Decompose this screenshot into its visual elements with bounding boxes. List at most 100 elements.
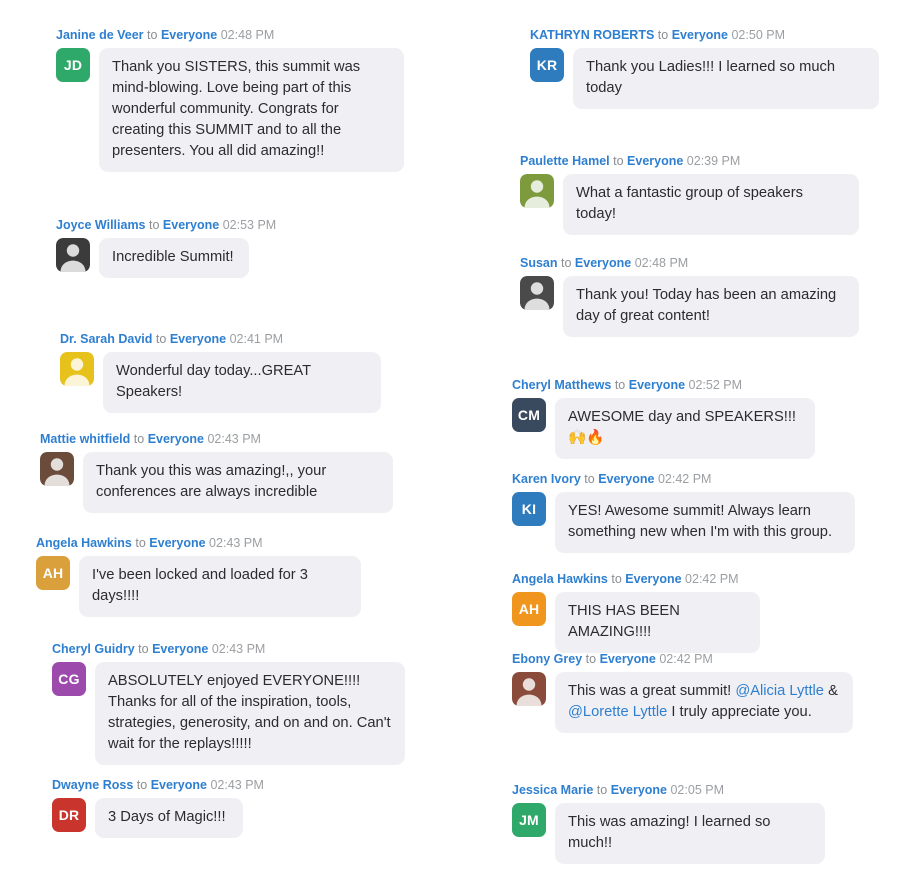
chat-message: Mattie whitfield to Everyone 02:43 PM Tha… <box>40 432 393 513</box>
message-header: Dwayne Ross to Everyone 02:43 PM <box>52 778 264 793</box>
message-body: What a fantastic group of speakers today… <box>520 174 859 235</box>
message-recipient[interactable]: Everyone <box>163 218 219 232</box>
message-sender[interactable]: Angela Hawkins <box>36 536 132 550</box>
message-sender[interactable]: Cheryl Guidry <box>52 642 135 656</box>
chat-message: Ebony Grey to Everyone 02:42 PM This was … <box>512 652 853 733</box>
message-recipient[interactable]: Everyone <box>148 432 204 446</box>
message-timestamp: 02:41 PM <box>229 332 284 346</box>
message-body: Thank you! Today has been an amazing day… <box>520 276 859 337</box>
message-timestamp: 02:42 PM <box>685 572 739 586</box>
message-recipient[interactable]: Everyone <box>629 378 685 392</box>
avatar-mattie-whitfield[interactable] <box>40 452 74 486</box>
chat-message: KATHRYN ROBERTS to Everyone 02:50 PM KR Th… <box>530 28 879 109</box>
message-bubble: This was a great summit! @Alicia Lyttle … <box>555 672 853 733</box>
message-body: Wonderful day today...GREAT Speakers! <box>60 352 381 413</box>
avatar-jessica-marie[interactable]: JM <box>512 803 546 837</box>
message-sender[interactable]: Karen Ivory <box>512 472 581 486</box>
message-sender[interactable]: Dwayne Ross <box>52 778 133 792</box>
message-to-label: to <box>585 652 597 666</box>
message-to-label: to <box>133 432 145 446</box>
avatar-dwayne-ross[interactable]: DR <box>52 798 86 832</box>
message-timestamp: 02:43 PM <box>210 778 264 792</box>
message-sender[interactable]: Susan <box>520 256 558 270</box>
message-recipient[interactable]: Everyone <box>575 256 631 270</box>
message-bubble: THIS HAS BEEN AMAZING!!!! <box>555 592 760 653</box>
message-sender[interactable]: Paulette Hamel <box>520 154 610 168</box>
message-bubble: Wonderful day today...GREAT Speakers! <box>103 352 381 413</box>
message-bubble: 3 Days of Magic!!! <box>95 798 243 838</box>
message-sender[interactable]: Dr. Sarah David <box>60 332 152 346</box>
message-body: AH THIS HAS BEEN AMAZING!!!! <box>512 592 760 653</box>
message-recipient[interactable]: Everyone <box>672 28 728 42</box>
message-sender[interactable]: Angela Hawkins <box>512 572 608 586</box>
message-sender[interactable]: Ebony Grey <box>512 652 582 666</box>
message-bubble: I've been locked and loaded for 3 days!!… <box>79 556 361 617</box>
message-recipient[interactable]: Everyone <box>600 652 656 666</box>
chat-transcript-board: Janine de Veer to Everyone 02:48 PM JD Tha… <box>0 0 914 871</box>
message-bubble: AWESOME day and SPEAKERS!!! 🙌🔥 <box>555 398 815 459</box>
avatar-kathryn-roberts[interactable]: KR <box>530 48 564 82</box>
message-header: Paulette Hamel to Everyone 02:39 PM <box>520 154 859 169</box>
message-recipient[interactable]: Everyone <box>161 28 217 42</box>
message-sender[interactable]: KATHRYN ROBERTS <box>530 28 654 42</box>
message-recipient[interactable]: Everyone <box>627 154 683 168</box>
message-body: AH I've been locked and loaded for 3 days… <box>36 556 361 617</box>
avatar-joyce-williams[interactable] <box>56 238 90 272</box>
message-bubble: ABSOLUTELY enjoyed EVERYONE!!!! Thanks f… <box>95 662 405 765</box>
message-timestamp: 02:43 PM <box>209 536 263 550</box>
avatar-cheryl-guidry[interactable]: CG <box>52 662 86 696</box>
chat-message: Cheryl Matthews to Everyone 02:52 PM CM AW… <box>512 378 815 459</box>
message-sender[interactable]: Janine de Veer <box>56 28 144 42</box>
avatar-angela-hawkins-right[interactable]: AH <box>512 592 546 626</box>
message-timestamp: 02:43 PM <box>211 642 266 656</box>
mention-link[interactable]: @Alicia Lyttle <box>735 683 824 699</box>
message-to-label: to <box>136 778 148 792</box>
message-sender[interactable]: Joyce Williams <box>56 218 146 232</box>
message-bubble: What a fantastic group of speakers today… <box>563 174 859 235</box>
message-recipient[interactable]: Everyone <box>151 778 207 792</box>
message-body: DR 3 Days of Magic!!! <box>52 798 264 838</box>
message-header: Mattie whitfield to Everyone 02:43 PM <box>40 432 393 447</box>
chat-message: Angela Hawkins to Everyone 02:43 PM AH I'v… <box>36 536 361 617</box>
message-sender[interactable]: Cheryl Matthews <box>512 378 611 392</box>
message-to-label: to <box>138 642 149 656</box>
message-header: Ebony Grey to Everyone 02:42 PM <box>512 652 853 667</box>
chat-message: Jessica Marie to Everyone 02:05 PM JM This… <box>512 783 825 864</box>
message-header: Susan to Everyone 02:48 PM <box>520 256 859 271</box>
avatar-cheryl-matthews[interactable]: CM <box>512 398 546 432</box>
avatar-janine-de-veer[interactable]: JD <box>56 48 90 82</box>
message-to-label: to <box>561 256 572 270</box>
message-recipient[interactable]: Everyone <box>170 332 226 346</box>
message-header: Angela Hawkins to Everyone 02:42 PM <box>512 572 760 587</box>
message-body: CG ABSOLUTELY enjoyed EVERYONE!!!! Thanks… <box>52 662 405 765</box>
message-timestamp: 02:52 PM <box>688 378 743 392</box>
mention-link[interactable]: @Lorette Lyttle <box>568 704 667 720</box>
message-body: This was a great summit! @Alicia Lyttle … <box>512 672 853 733</box>
message-header: Cheryl Matthews to Everyone 02:52 PM <box>512 378 815 393</box>
message-header: Angela Hawkins to Everyone 02:43 PM <box>36 536 361 551</box>
message-to-label: to <box>155 332 167 346</box>
chat-message: Janine de Veer to Everyone 02:48 PM JD Tha… <box>56 28 404 172</box>
message-sender[interactable]: Jessica Marie <box>512 783 593 797</box>
avatar-susan[interactable] <box>520 276 554 310</box>
message-header: Karen Ivory to Everyone 02:42 PM <box>512 472 855 487</box>
avatar-ebony-grey[interactable] <box>512 672 546 706</box>
message-recipient[interactable]: Everyone <box>598 472 654 486</box>
message-recipient[interactable]: Everyone <box>149 536 205 550</box>
avatar-photo <box>512 672 546 706</box>
message-bubble: Thank you Ladies!!! I learned so much to… <box>573 48 879 109</box>
avatar-dr-sarah-david[interactable] <box>60 352 94 386</box>
message-recipient[interactable]: Everyone <box>625 572 681 586</box>
message-recipient[interactable]: Everyone <box>611 783 667 797</box>
message-bubble: Incredible Summit! <box>99 238 249 278</box>
message-to-label: to <box>611 572 622 586</box>
chat-message: Karen Ivory to Everyone 02:42 PM KI YES! A… <box>512 472 855 553</box>
message-body: JM This was amazing! I learned so much!! <box>512 803 825 864</box>
avatar-karen-ivory[interactable]: KI <box>512 492 546 526</box>
avatar-angela-hawkins-left[interactable]: AH <box>36 556 70 590</box>
message-recipient[interactable]: Everyone <box>152 642 208 656</box>
message-sender[interactable]: Mattie whitfield <box>40 432 130 446</box>
message-to-label: to <box>135 536 146 550</box>
chat-message: Susan to Everyone 02:48 PM Thank you! Tod… <box>520 256 859 337</box>
avatar-paulette-hamel[interactable] <box>520 174 554 208</box>
